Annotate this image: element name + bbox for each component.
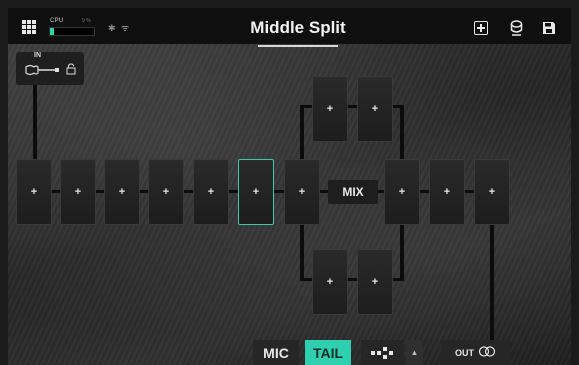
add-block-label: + [326, 103, 334, 115]
output-block[interactable] [441, 340, 511, 365]
mic-button[interactable]: MIC [253, 340, 299, 365]
tuner-icon[interactable] [508, 19, 525, 36]
mix-block[interactable]: MIX [328, 180, 378, 204]
title-underline [258, 45, 338, 47]
save-icon[interactable] [542, 21, 556, 35]
tail-button[interactable]: TAIL [305, 340, 351, 365]
slot-post-3[interactable]: + [474, 159, 510, 225]
cpu-meter [49, 27, 95, 36]
expand-up-button[interactable]: ▲ [406, 340, 423, 365]
slot-post-2[interactable]: + [429, 159, 465, 225]
slot-row1-2[interactable]: + [60, 159, 96, 225]
add-block-label: + [118, 186, 126, 198]
output-label: OUT [455, 348, 474, 358]
app-window: CPU 9 % ✱ ᯤ Middle Split IN + + + + + + … [0, 0, 579, 365]
grid-menu-icon[interactable] [22, 20, 36, 34]
add-block-label: + [207, 186, 215, 198]
slot-row1-5[interactable]: + [193, 159, 229, 225]
add-block-label: + [398, 186, 406, 198]
add-block-label: + [30, 186, 38, 198]
slot-row1-1[interactable]: + [16, 159, 52, 225]
add-block-label: + [162, 186, 170, 198]
add-block-label: + [252, 186, 260, 198]
input-wire [33, 85, 37, 161]
routing-layout-icon [371, 347, 393, 359]
add-block-label: + [443, 186, 451, 198]
add-block-label: + [74, 186, 82, 198]
slot-path-b-2[interactable]: + [357, 249, 393, 315]
lock-icon[interactable] [66, 63, 76, 75]
slot-row1-3[interactable]: + [104, 159, 140, 225]
slot-row1-6-selected[interactable]: + [238, 159, 274, 225]
input-block[interactable]: IN [16, 52, 84, 85]
cpu-meter-fill [50, 28, 55, 35]
add-block-label: + [326, 276, 334, 288]
add-preset-icon[interactable] [474, 21, 488, 35]
add-block-label: + [371, 276, 379, 288]
slot-post-1[interactable]: + [384, 159, 420, 225]
input-label: IN [34, 52, 41, 59]
cpu-label: CPU [50, 18, 64, 24]
guitar-icon [25, 64, 59, 76]
bluetooth-icon: ✱ [108, 23, 116, 33]
top-bar: CPU 9 % ✱ ᯤ Middle Split [8, 8, 571, 47]
slot-row1-7[interactable]: + [284, 159, 320, 225]
slot-path-a-1[interactable]: + [312, 76, 348, 142]
preset-name[interactable]: Middle Split [228, 18, 368, 38]
wifi-icon: ᯤ [121, 23, 130, 33]
output-wire [490, 225, 494, 340]
slot-row1-4[interactable]: + [148, 159, 184, 225]
add-block-label: + [298, 186, 306, 198]
add-block-label: + [371, 103, 379, 115]
slot-path-a-2[interactable]: + [357, 76, 393, 142]
stereo-output-icon [478, 346, 496, 357]
cpu-percent: 9 % [82, 18, 91, 24]
add-block-label: + [488, 186, 496, 198]
slot-path-b-1[interactable]: + [312, 249, 348, 315]
